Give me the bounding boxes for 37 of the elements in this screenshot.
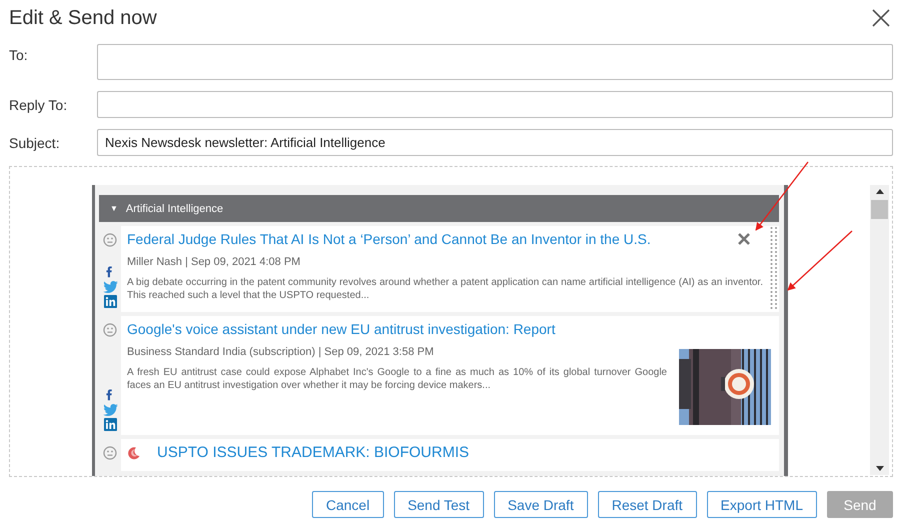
input-field[interactable] <box>97 44 893 80</box>
article-summary: A fresh EU antitrust case could expose Alphabet Inc's Google to a fine as much as 10% of its global turnover Google faces an EU antitrust investigation over whether it may be forcing device makers... <box>127 366 667 392</box>
neutral-face-icon[interactable] <box>103 323 117 337</box>
collapse-toggle[interactable]: ▼ <box>110 204 118 213</box>
annotation-arrow <box>755 162 809 231</box>
linkedin-icon[interactable] <box>104 418 116 431</box>
section-title: Artificial Intelligence <box>126 202 224 214</box>
scrollbar-thumb[interactable] <box>871 200 888 219</box>
bird-icon[interactable] <box>102 404 118 416</box>
neutral-face-icon[interactable] <box>103 446 117 460</box>
neutral-face-icon[interactable] <box>103 233 117 247</box>
annotation-arrow <box>787 230 852 291</box>
close-icon[interactable] <box>871 8 891 28</box>
article-source-date: Miller Nash | Sep 09, 2021 4:08 PM <box>127 256 302 268</box>
scroll-up-icon[interactable] <box>876 189 884 194</box>
article-title-link[interactable]: Google's voice assistant under new EU antitrust investigation: Report <box>127 321 771 337</box>
article-source-date: Business Standard India (subscription) | Sep 09, 2021 3:58 PM <box>127 346 435 358</box>
article-title-link[interactable]: Federal Judge Rules That AI Is Not a ‘Person’ and Cannot Be an Inventor in the U.S. <box>127 231 729 247</box>
dialog-button[interactable]: Export HTML <box>706 491 817 518</box>
dialog-button[interactable]: Save Draft <box>494 491 588 518</box>
linkedin-icon[interactable] <box>104 295 116 308</box>
dialog-button[interactable]: Cancel <box>312 491 384 518</box>
scroll-down-icon[interactable] <box>876 466 884 471</box>
field-label: Subject: <box>9 135 61 151</box>
remove-icon[interactable] <box>737 232 751 246</box>
dialog-button[interactable]: Reset Draft <box>598 491 697 518</box>
input-field[interactable]: Nexis Newsdesk newsletter: Artificial Intelligence <box>97 129 893 156</box>
field-label: To: <box>9 47 29 63</box>
drag-handle-icon[interactable] <box>770 226 778 310</box>
facebook-icon[interactable] <box>105 387 115 402</box>
field-label: Reply To: <box>9 97 68 113</box>
dialog-title: Edit & Send now <box>9 6 157 30</box>
input-field[interactable] <box>97 91 893 118</box>
dialog-button[interactable]: Send Test <box>394 491 484 518</box>
bird-icon[interactable] <box>102 281 118 293</box>
facebook-icon[interactable] <box>105 264 115 279</box>
article-summary: A big debate occurring in the patent community revolves around whether a patent application can name artificial intelligence (AI) as an inventor. This reached such a level that the USPTO requested... <box>127 276 763 302</box>
